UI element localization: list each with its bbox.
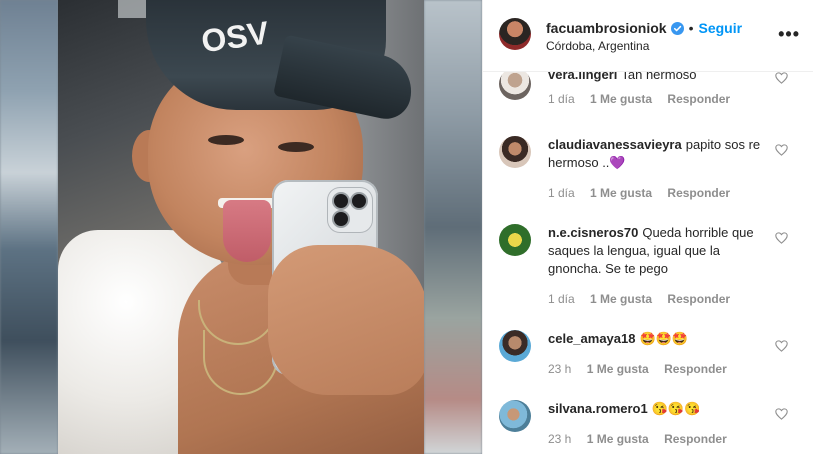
comment-likes[interactable]: 1 Me gusta [590, 292, 652, 306]
reply-button[interactable]: Responder [667, 292, 730, 306]
more-options-icon[interactable]: ••• [778, 24, 800, 45]
commenter-avatar[interactable] [499, 330, 531, 362]
comment-username[interactable]: n.e.cisneros70 [548, 225, 638, 240]
like-heart-icon[interactable] [775, 144, 788, 156]
comment-item: cele_amaya18 🤩🤩🤩 23 h 1 Me gusta Responde… [483, 328, 813, 384]
separator-dot: • [688, 20, 694, 36]
like-heart-icon[interactable] [775, 408, 788, 420]
commenter-avatar[interactable] [499, 72, 531, 100]
post-media[interactable]: OSV [0, 0, 482, 454]
like-heart-icon[interactable] [775, 340, 788, 352]
like-heart-icon[interactable] [775, 72, 788, 84]
comment-likes[interactable]: 1 Me gusta [587, 432, 649, 446]
tongue [223, 200, 271, 262]
follow-button[interactable]: Seguir [699, 20, 743, 36]
hand [268, 245, 424, 395]
comment-item: claudiavanessavieyra papito sos re hermos… [483, 134, 813, 204]
post-photo: OSV [58, 0, 424, 454]
reply-button[interactable]: Responder [667, 92, 730, 106]
comment-username[interactable]: claudiavanessavieyra [548, 137, 682, 152]
post-header: facuambrosioniok • Seguir Córdoba, Argen… [483, 0, 813, 72]
reply-button[interactable]: Responder [664, 362, 727, 376]
comment-text: Tan hermoso [621, 72, 697, 82]
comment-item: silvana.romero1 😘😘😘 23 h 1 Me gusta Respo… [483, 398, 813, 454]
blurred-background-right [424, 0, 482, 454]
comment-time[interactable]: 23 h [548, 362, 571, 376]
phone-camera [328, 188, 372, 232]
comment-likes[interactable]: 1 Me gusta [590, 186, 652, 200]
comments-list[interactable]: vera.lingeri Tan hermoso 1 día 1 Me gusta… [483, 72, 813, 454]
comment-likes[interactable]: 1 Me gusta [590, 92, 652, 106]
comment-text: 😘😘😘 [651, 401, 701, 416]
comment-item: n.e.cisneros70 Queda horrible que saques … [483, 222, 813, 312]
blurred-background-left [0, 0, 58, 454]
comment-username[interactable]: vera.lingeri [548, 72, 617, 82]
verified-badge-icon [670, 21, 684, 35]
commenter-avatar[interactable] [499, 400, 531, 432]
reply-button[interactable]: Responder [664, 432, 727, 446]
author-username[interactable]: facuambrosioniok [546, 20, 667, 36]
post-location[interactable]: Córdoba, Argentina [546, 39, 649, 53]
reply-button[interactable]: Responder [667, 186, 730, 200]
like-heart-icon[interactable] [775, 232, 788, 244]
comment-time[interactable]: 23 h [548, 432, 571, 446]
comment-username[interactable]: cele_amaya18 [548, 331, 635, 346]
commenter-avatar[interactable] [499, 136, 531, 168]
comment-text: 🤩🤩🤩 [639, 331, 689, 346]
comment-time[interactable]: 1 día [548, 186, 575, 200]
author-avatar[interactable] [499, 18, 531, 50]
commenter-avatar[interactable] [499, 224, 531, 256]
comment-likes[interactable]: 1 Me gusta [587, 362, 649, 376]
comment-time[interactable]: 1 día [548, 92, 575, 106]
comment-item: vera.lingeri Tan hermoso 1 día 1 Me gusta… [483, 72, 813, 124]
comment-username[interactable]: silvana.romero1 [548, 401, 648, 416]
post-side-panel: facuambrosioniok • Seguir Córdoba, Argen… [482, 0, 813, 454]
comment-time[interactable]: 1 día [548, 292, 575, 306]
